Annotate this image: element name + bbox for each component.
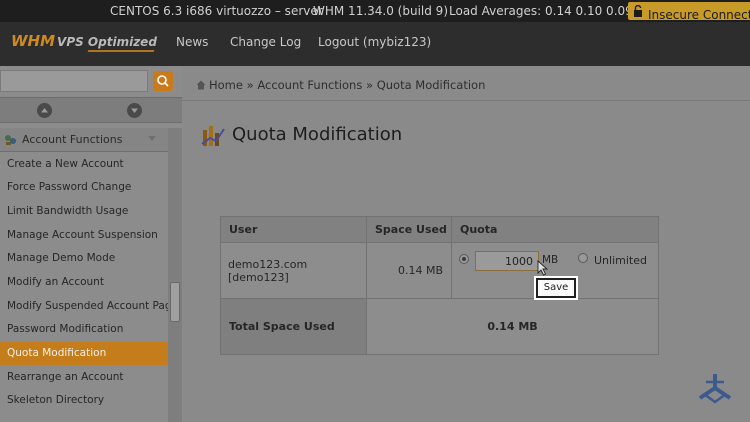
server-status-bar: CENTOS 6.3 i686 virtuozzo – server WHM 1… — [0, 0, 750, 22]
whm-logo[interactable]: WHM VPS Optimized — [11, 32, 157, 50]
breadcrumb-home[interactable]: Home — [209, 78, 243, 92]
user-cell: demo123.com [demo123] — [220, 242, 367, 299]
sidebar-item-modify-suspended-page[interactable]: Modify Suspended Account Page — [0, 295, 178, 318]
logo-main: WHM — [11, 32, 56, 50]
nav-news[interactable]: News — [176, 35, 208, 49]
sidebar-item-manage-suspension[interactable]: Manage Account Suspension — [0, 224, 168, 247]
sidebar: Account Functions Create a New Account F… — [0, 66, 182, 422]
sidebar-item-skeleton-directory[interactable]: Skeleton Directory — [0, 389, 168, 412]
whm-version: WHM 11.34.0 (build 9) — [313, 4, 448, 18]
quota-modification-icon — [201, 126, 225, 146]
scroll-down-button[interactable] — [127, 103, 142, 118]
sidebar-item-modify-account[interactable]: Modify an Account — [0, 271, 168, 294]
section-title: Account Functions — [22, 133, 123, 146]
search-icon — [157, 75, 169, 87]
load-averages: Load Averages: 0.14 0.10 0.09 — [449, 4, 633, 18]
mouse-cursor-icon — [537, 260, 549, 276]
total-row: Total Space Used 0.14 MB — [220, 298, 659, 355]
save-button[interactable]: Save — [536, 278, 576, 298]
column-header-user: User — [220, 216, 367, 243]
sidebar-scroll-controls — [0, 97, 182, 123]
sidebar-item-manage-demo-mode[interactable]: Manage Demo Mode — [0, 247, 168, 270]
breadcrumb-separator: » — [246, 78, 254, 92]
logo-sub: VPS Optimized — [57, 35, 157, 49]
breadcrumb: Home » Account Functions » Quota Modific… — [196, 78, 485, 92]
breadcrumb-current: Quota Modification — [376, 78, 486, 92]
arrow-down-icon — [131, 108, 138, 113]
sidebar-item-password-modification[interactable]: Password Modification — [0, 318, 168, 341]
arrow-up-icon — [41, 108, 48, 113]
space-used-cell: 0.14 MB — [366, 242, 452, 299]
breadcrumb-separator: » — [365, 78, 374, 92]
section-account-functions[interactable]: Account Functions — [0, 128, 168, 152]
total-value: 0.14 MB — [366, 298, 659, 355]
sidebar-item-quota-modification[interactable]: Quota Modification — [0, 342, 168, 365]
main-content: Home » Account Functions » Quota Modific… — [182, 66, 750, 422]
account-functions-icon — [5, 135, 16, 145]
quota-limit-radio[interactable] — [459, 254, 469, 264]
breadcrumb-divider — [182, 100, 750, 101]
column-header-quota: Quota — [451, 216, 659, 243]
top-header: WHM VPS Optimized News Change Log Logout … — [0, 22, 750, 66]
table-header-row: User Space Used Quota — [220, 216, 659, 243]
unlimited-label: Unlimited — [594, 254, 647, 267]
logo-underline — [87, 50, 155, 52]
lock-icon — [634, 5, 642, 17]
nav-change-log[interactable]: Change Log — [230, 35, 301, 49]
total-label: Total Space Used — [220, 298, 367, 355]
nav-logout[interactable]: Logout (mybiz123) — [318, 35, 431, 49]
sidebar-scroll-thumb[interactable] — [170, 282, 180, 322]
whm-window: CENTOS 6.3 i686 virtuozzo – server WHM 1… — [0, 0, 750, 422]
quota-table: User Space Used Quota demo123.com [demo1… — [220, 216, 659, 355]
server-info: CENTOS 6.3 i686 virtuozzo – server — [110, 4, 323, 18]
quota-value-input[interactable] — [475, 251, 539, 271]
table-row: demo123.com [demo123] 0.14 MB MB Unlimit… — [220, 242, 659, 299]
page-title: Quota Modification — [232, 124, 403, 145]
search-button[interactable] — [153, 71, 173, 91]
sidebar-item-create-account[interactable]: Create a New Account — [0, 153, 168, 176]
sidebar-item-limit-bandwidth[interactable]: Limit Bandwidth Usage — [0, 200, 168, 223]
breadcrumb-account-functions[interactable]: Account Functions — [257, 78, 362, 92]
sidebar-search-input[interactable] — [0, 70, 148, 92]
watermark-logo-icon — [698, 374, 732, 404]
unlimited-radio[interactable] — [578, 253, 588, 263]
chevron-down-icon — [148, 136, 156, 141]
sidebar-scrollbar[interactable] — [168, 128, 182, 422]
home-icon — [196, 80, 206, 90]
sidebar-item-force-password-change[interactable]: Force Password Change — [0, 176, 168, 199]
column-header-space-used: Space Used — [366, 216, 452, 243]
insecure-connection-badge[interactable]: Insecure Connectio — [628, 2, 750, 22]
quota-cell: MB Unlimited Save — [451, 242, 659, 299]
sidebar-item-rearrange-account[interactable]: Rearrange an Account — [0, 366, 168, 389]
scroll-up-button[interactable] — [37, 103, 52, 118]
